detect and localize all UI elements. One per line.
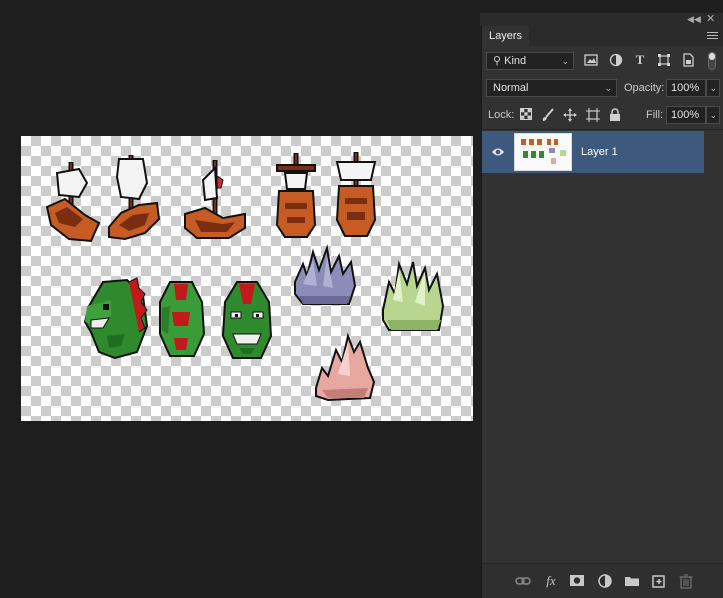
layers-panel: Layers ⚲ Kind ⌄ T Normal ⌄ Opacity: 100%… (481, 26, 723, 598)
blend-row: Normal ⌄ Opacity: 100% ⌄ (482, 77, 723, 99)
lock-artboard-icon[interactable] (586, 108, 600, 122)
new-adjustment-icon[interactable] (597, 573, 613, 589)
type-filter-icon[interactable]: T (633, 53, 647, 67)
lock-position-icon[interactable] (563, 108, 577, 122)
filter-toggle-switch[interactable] (708, 52, 716, 70)
lock-row: Lock: Fill: 100% ⌄ (482, 104, 723, 126)
fill-value: 100% (671, 109, 700, 121)
boat-sprite-4 (271, 151, 321, 239)
smart-object-filter-icon[interactable] (681, 53, 695, 67)
fx-icon[interactable]: fx (543, 573, 559, 589)
boat-sprite-1 (45, 157, 103, 243)
pink-crystal-sprite (314, 332, 376, 404)
filter-row: ⚲ Kind ⌄ T (482, 49, 723, 71)
image-filter-icon[interactable] (584, 53, 598, 67)
blend-mode-select[interactable]: Normal ⌄ (486, 79, 617, 97)
delete-layer-icon[interactable] (678, 573, 694, 589)
panel-header: Layers (482, 26, 723, 46)
collapse-panels-icon[interactable]: ◀◀ (687, 13, 701, 26)
layer-name[interactable]: Layer 1 (581, 131, 618, 173)
boat-sprite-2 (105, 153, 161, 243)
new-layer-icon[interactable] (651, 573, 667, 589)
divider (482, 129, 723, 130)
eye-icon[interactable] (491, 146, 505, 158)
purple-crystal-sprite (293, 244, 357, 308)
lock-image-pixels-icon[interactable] (541, 108, 555, 122)
document-canvas[interactable] (21, 136, 473, 421)
green-crystal-sprite (381, 260, 445, 334)
chevron-down-icon: ⌄ (709, 83, 717, 93)
layers-footer-toolbar: fx (482, 563, 723, 598)
chevron-down-icon: ⌄ (561, 56, 569, 66)
layer-row[interactable]: Layer 1 (482, 131, 704, 173)
blend-mode-value: Normal (493, 82, 529, 94)
panel-dock-strip: ◀◀ ✕ (480, 13, 723, 26)
boat-sprite-5 (331, 150, 381, 240)
opacity-dropdown[interactable]: ⌄ (706, 79, 720, 97)
lock-all-icon[interactable] (608, 108, 622, 122)
serpent-head-sprite-3 (221, 278, 273, 362)
search-icon: ⚲ (493, 55, 502, 67)
link-layers-icon[interactable] (515, 573, 531, 589)
opacity-label: Opacity: (624, 82, 665, 94)
panel-menu-icon[interactable] (707, 30, 718, 41)
layer-thumbnail[interactable] (514, 133, 572, 171)
fill-label: Fill: (646, 109, 664, 121)
fill-field[interactable]: 100% (666, 106, 706, 124)
filter-kind-select[interactable]: ⚲ Kind ⌄ (486, 52, 574, 70)
lock-label: Lock: (488, 109, 515, 121)
add-mask-icon[interactable] (569, 573, 585, 589)
boat-sprite-3 (183, 158, 249, 240)
serpent-head-sprite-1 (81, 276, 149, 360)
chevron-down-icon: ⌄ (709, 110, 717, 120)
shape-filter-icon[interactable] (657, 53, 671, 67)
tab-layers[interactable]: Layers (482, 26, 530, 46)
opacity-value: 100% (671, 82, 700, 94)
serpent-head-sprite-2 (156, 278, 206, 360)
fill-dropdown[interactable]: ⌄ (706, 106, 720, 124)
adjustment-filter-icon[interactable] (609, 53, 623, 67)
opacity-field[interactable]: 100% (666, 79, 706, 97)
layers-scrollbar[interactable] (704, 131, 723, 561)
document-workspace (0, 0, 480, 597)
chevron-down-icon: ⌄ (604, 83, 612, 93)
close-icon[interactable]: ✕ (706, 13, 715, 26)
lock-transparent-pixels-icon[interactable] (519, 108, 533, 122)
filter-kind-label: Kind (504, 55, 527, 67)
new-group-icon[interactable] (624, 573, 640, 589)
